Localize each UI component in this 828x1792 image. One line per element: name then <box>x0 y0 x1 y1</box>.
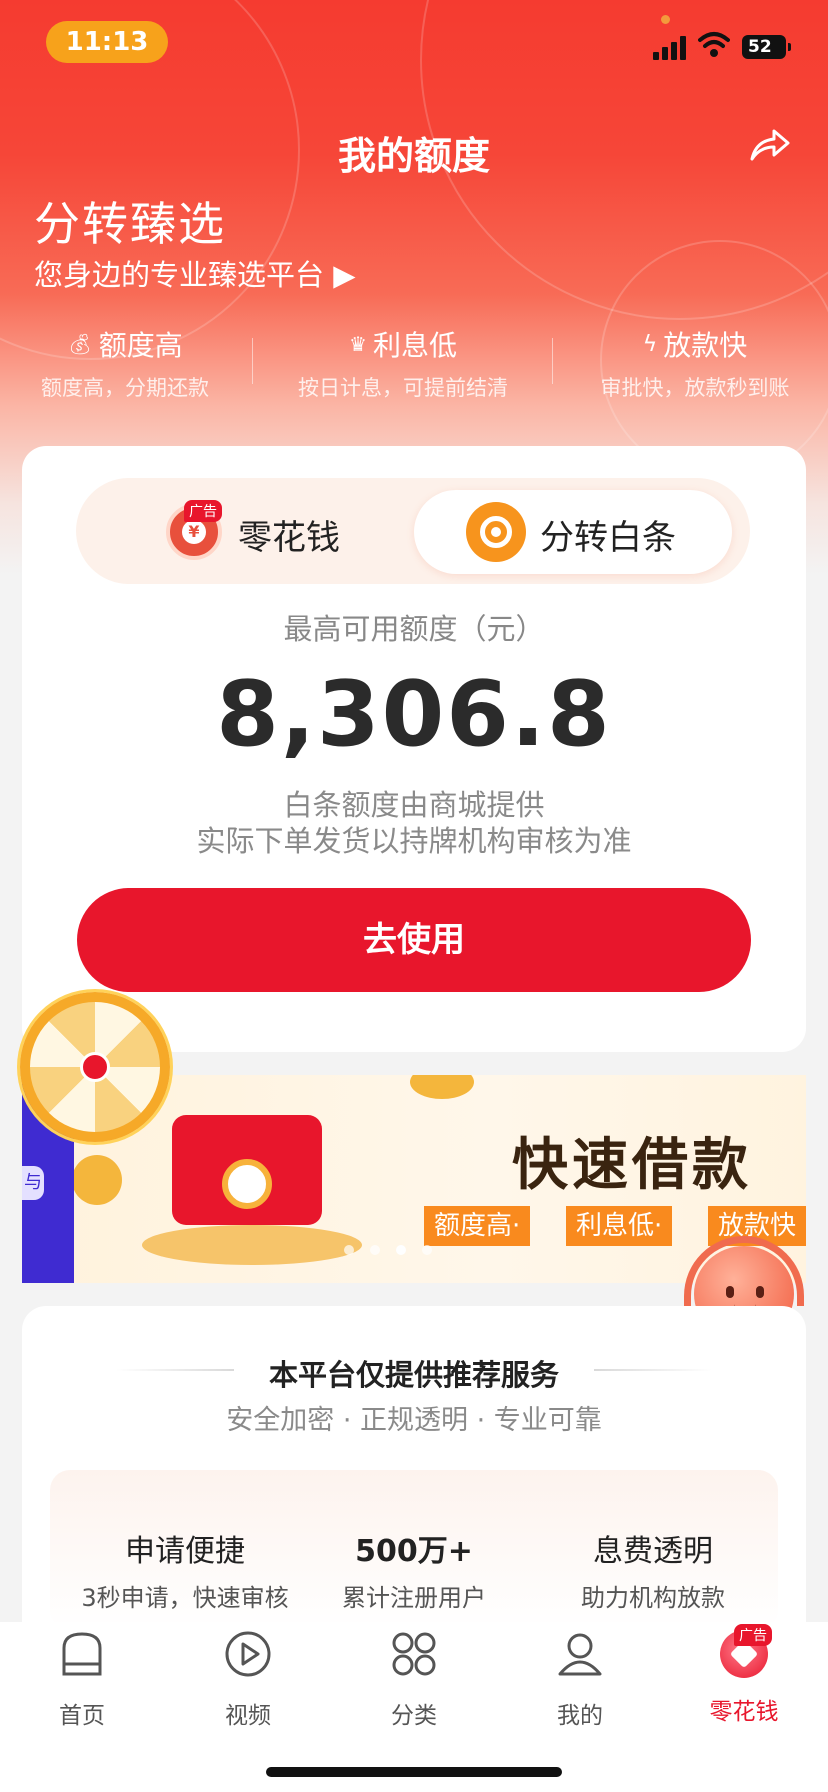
banner-side-tab[interactable]: 与 <box>22 1166 44 1200</box>
tabbar-label: 我的 <box>557 1703 603 1729</box>
tabbar-item-home[interactable]: 首页 <box>27 1630 137 1730</box>
pagination-dot-active[interactable] <box>396 1245 406 1255</box>
coin-icon: ¥ <box>182 520 206 544</box>
feature-divider <box>252 338 253 384</box>
banner-chip: 额度高· <box>424 1206 531 1246</box>
clock-icon <box>222 1159 272 1209</box>
app-root: 11:13 52 我的额度 分转臻选 您身边的专业臻选平台 ▶ 💰︎ 额度高 额度… <box>0 0 828 1792</box>
service-subtitle: 安全加密 · 正规透明 · 专业可靠 <box>226 1405 602 1436</box>
stat-desc: 助力机构放款 <box>581 1584 725 1612</box>
status-time: 11:13 <box>46 21 168 63</box>
tabbar-label: 视频 <box>225 1703 271 1729</box>
stat-transparent-fees: 息费透明 助力机构放款 <box>532 1526 774 1613</box>
stat-title: 息费透明 <box>593 1534 713 1569</box>
crown-icon: ♛ <box>349 332 367 356</box>
feature-title: 放款快 <box>663 329 748 362</box>
tab-label: 分转白条 <box>540 518 676 558</box>
video-play-icon <box>225 1631 271 1677</box>
stat-desc: 3秒申请，快速审核 <box>81 1584 289 1612</box>
feature-high-limit: 💰︎ 额度高 额度高，分期还款 <box>30 324 220 402</box>
tabbar-label: 零花钱 <box>709 1699 779 1725</box>
privacy-indicator-dot <box>661 15 670 24</box>
gold-coin-icon <box>72 1155 122 1205</box>
pagination-dot[interactable] <box>422 1245 432 1255</box>
tabbar-label: 首页 <box>59 1703 105 1729</box>
feature-low-interest: ♛ 利息低 按日计息，可提前结清 <box>288 324 518 402</box>
feature-title: 额度高 <box>98 329 183 362</box>
stat-desc: 累计注册用户 <box>342 1584 486 1612</box>
baitiao-logo-icon <box>466 502 526 562</box>
ad-badge: 广告 <box>184 500 222 522</box>
tabbar-item-mine[interactable]: 我的 <box>525 1630 635 1730</box>
tabbar-item-video[interactable]: 视频 <box>193 1630 303 1730</box>
feature-desc: 额度高，分期还款 <box>41 376 209 400</box>
user-icon <box>558 1633 602 1676</box>
share-icon[interactable] <box>748 125 792 165</box>
page-title: 我的额度 <box>337 134 490 178</box>
lucky-wheel-center <box>80 1052 110 1082</box>
feature-title: 利息低 <box>372 329 457 362</box>
pagination-dot[interactable] <box>370 1245 380 1255</box>
stat-title: 500万+ <box>355 1534 473 1569</box>
tabbar-label: 分类 <box>391 1703 437 1729</box>
feature-divider <box>552 338 553 384</box>
home-indicator[interactable] <box>266 1767 562 1777</box>
battery-indicator: 52 <box>742 35 791 59</box>
category-grid-icon <box>392 1632 436 1676</box>
ad-badge: 广告 <box>734 1624 772 1646</box>
banner-title: 快速借款 <box>512 1133 752 1198</box>
pagination-dot[interactable] <box>344 1245 354 1255</box>
service-title: 本平台仅提供推荐服务 <box>268 1358 559 1392</box>
money-bag-icon: 💰︎ <box>67 332 93 356</box>
tab-label: 零花钱 <box>238 518 340 558</box>
stat-title: 申请便捷 <box>125 1534 245 1569</box>
stat-easy-apply: 申请便捷 3秒申请，快速审核 <box>64 1526 306 1613</box>
home-icon <box>62 1632 102 1676</box>
amount-label: 最高可用额度（元） <box>283 612 545 646</box>
brand-slogan[interactable]: 您身边的专业臻选平台 ▶ <box>34 252 356 294</box>
brand-name: 分转臻选 <box>34 197 226 251</box>
battery-level: 52 <box>748 37 772 57</box>
tabbar-item-category[interactable]: 分类 <box>359 1630 469 1730</box>
banner-chip: 利息低· <box>566 1206 673 1246</box>
use-now-button[interactable]: 去使用 <box>77 888 751 992</box>
feature-desc: 按日计息，可提前结清 <box>298 376 508 400</box>
lightning-icon: ϟ <box>642 331 658 357</box>
stat-users: 500万+ 累计注册用户 <box>293 1526 535 1613</box>
gold-coin-icon <box>410 1075 474 1099</box>
wifi-icon <box>698 32 730 57</box>
feature-fast-loan: ϟ 放款快 审批快，放款秒到账 <box>590 324 800 402</box>
feature-desc: 审批快，放款秒到账 <box>600 376 790 400</box>
amount-note-review: 实际下单发货以持牌机构审核为准 <box>196 824 632 858</box>
credit-amount: 8,306.8 <box>216 662 612 767</box>
podium-graphic <box>142 1225 362 1265</box>
